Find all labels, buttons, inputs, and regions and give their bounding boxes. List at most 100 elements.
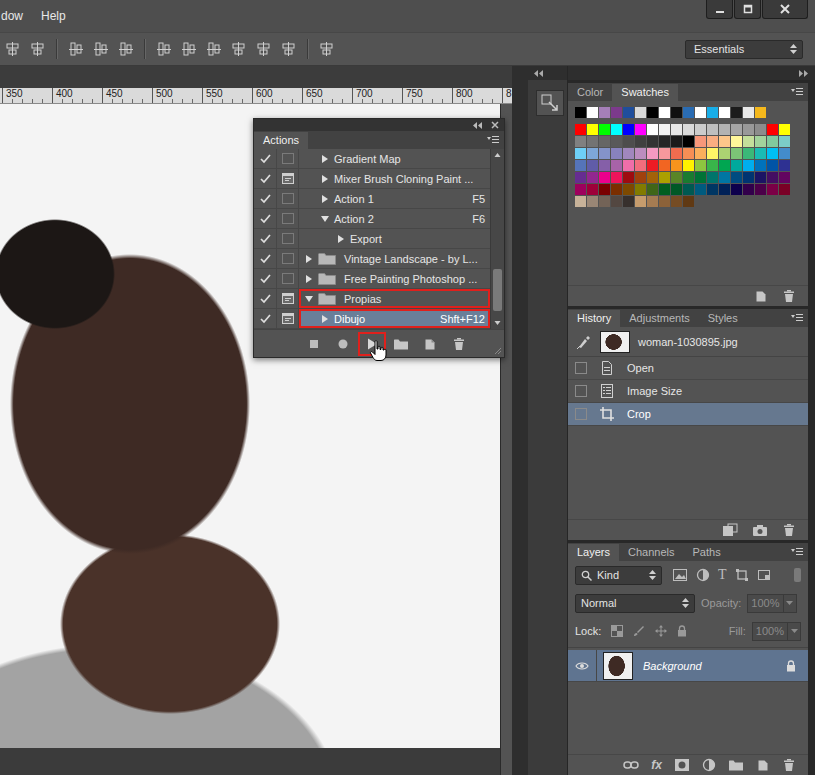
swatch[interactable] — [587, 160, 598, 171]
record-button[interactable] — [331, 334, 355, 354]
swatch[interactable] — [647, 148, 658, 159]
scroll-thumb[interactable] — [493, 269, 502, 311]
swatch[interactable] — [611, 160, 622, 171]
swatch[interactable] — [635, 124, 646, 135]
swatch[interactable] — [623, 107, 634, 118]
history-step[interactable]: Open — [568, 357, 808, 380]
panel-menu-icon[interactable] — [791, 314, 803, 322]
snapshot-row[interactable]: woman-1030895.jpg — [568, 327, 808, 357]
trash-icon[interactable] — [782, 523, 796, 537]
swatch[interactable] — [647, 136, 658, 147]
opacity-field[interactable]: 100% — [747, 594, 796, 613]
new-document-from-state-icon[interactable] — [722, 523, 738, 537]
swatch[interactable] — [779, 124, 790, 135]
swatch[interactable] — [767, 148, 778, 159]
swatch[interactable] — [719, 184, 730, 195]
swatch[interactable] — [755, 136, 766, 147]
toggle-item-checkbox[interactable] — [254, 209, 277, 228]
minimize-button[interactable] — [706, 0, 733, 19]
swatch[interactable] — [635, 148, 646, 159]
align-icon[interactable] — [256, 41, 272, 57]
swatch[interactable] — [755, 172, 766, 183]
group-folder-icon[interactable] — [728, 758, 744, 772]
history-brush-icon[interactable] — [576, 334, 592, 350]
action-row[interactable]: Gradient Map — [254, 149, 490, 169]
expand-arrow-icon[interactable] — [320, 194, 330, 204]
panel-tab[interactable]: Channels — [619, 544, 683, 561]
swatch[interactable] — [671, 196, 682, 207]
panel-tab[interactable]: History — [568, 310, 620, 327]
panel-tab[interactable]: Actions — [254, 132, 308, 149]
swatch[interactable] — [599, 136, 610, 147]
swatch[interactable] — [779, 136, 790, 147]
swatch[interactable] — [575, 160, 586, 171]
dialog-toggle[interactable] — [277, 169, 299, 188]
swatch[interactable] — [731, 160, 742, 171]
toggle-item-checkbox[interactable] — [254, 169, 277, 188]
swatch[interactable] — [659, 107, 670, 118]
delete-button[interactable] — [447, 334, 471, 354]
swatch[interactable] — [671, 172, 682, 183]
history-step[interactable]: Crop — [568, 403, 808, 426]
toggle-item-checkbox[interactable] — [254, 229, 277, 248]
swatch[interactable] — [611, 136, 622, 147]
expand-arrow-icon[interactable] — [304, 254, 314, 264]
expand-arrow-icon[interactable] — [320, 154, 330, 164]
swatch[interactable] — [635, 172, 646, 183]
swatch[interactable] — [671, 184, 682, 195]
swatch[interactable] — [647, 160, 658, 171]
dialog-toggle[interactable] — [277, 269, 299, 288]
panel-tab[interactable]: Styles — [699, 310, 747, 327]
toggle-item-checkbox[interactable] — [254, 269, 277, 288]
swatch[interactable] — [623, 196, 634, 207]
swatch[interactable] — [719, 124, 730, 135]
swatch[interactable] — [599, 124, 610, 135]
swatch[interactable] — [623, 160, 634, 171]
swatch[interactable] — [731, 107, 742, 118]
swatch[interactable] — [695, 184, 706, 195]
swatch[interactable] — [671, 160, 682, 171]
swatch[interactable] — [731, 184, 742, 195]
swatch[interactable] — [575, 196, 586, 207]
camera-icon[interactable] — [752, 523, 768, 537]
dialog-toggle[interactable] — [277, 289, 299, 308]
align-icon[interactable] — [319, 41, 335, 57]
panel-menu-icon[interactable] — [791, 548, 803, 556]
lock-transparent-icon[interactable] — [611, 625, 623, 637]
swatch[interactable] — [635, 196, 646, 207]
swatch[interactable] — [779, 160, 790, 171]
type-filter-button[interactable]: T — [718, 568, 727, 582]
swatch[interactable] — [659, 196, 670, 207]
swatch[interactable] — [587, 196, 598, 207]
action-row[interactable]: Free Painting Photoshop ... — [254, 269, 490, 289]
swatch[interactable] — [599, 196, 610, 207]
swatch[interactable] — [731, 148, 742, 159]
swatch[interactable] — [659, 184, 670, 195]
swatch[interactable] — [611, 196, 622, 207]
align-icon[interactable] — [231, 41, 247, 57]
menu-item[interactable]: dow — [1, 9, 23, 23]
swatch[interactable] — [695, 148, 706, 159]
align-icon[interactable] — [181, 41, 197, 57]
swatch[interactable] — [731, 172, 742, 183]
swatch[interactable] — [743, 148, 754, 159]
pixel-filter-icon[interactable] — [672, 568, 688, 582]
swatch[interactable] — [683, 172, 694, 183]
panel-tab[interactable]: Paths — [684, 544, 730, 561]
fill-field[interactable]: 100% — [752, 622, 801, 641]
shape-filter-icon[interactable] — [735, 568, 749, 582]
toggle-item-checkbox[interactable] — [254, 189, 277, 208]
dialog-toggle[interactable] — [277, 249, 299, 268]
trash-icon[interactable] — [782, 758, 796, 772]
swatch[interactable] — [755, 148, 766, 159]
scroll-down-icon[interactable] — [491, 317, 504, 329]
align-icon[interactable] — [30, 41, 46, 57]
swatch[interactable] — [779, 148, 790, 159]
swatch[interactable] — [743, 184, 754, 195]
swatch[interactable] — [755, 160, 766, 171]
action-row[interactable]: Export — [254, 229, 490, 249]
close-button[interactable] — [762, 0, 808, 19]
swatch[interactable] — [599, 172, 610, 183]
panel-menu-icon[interactable] — [791, 88, 803, 96]
swatch[interactable] — [743, 172, 754, 183]
